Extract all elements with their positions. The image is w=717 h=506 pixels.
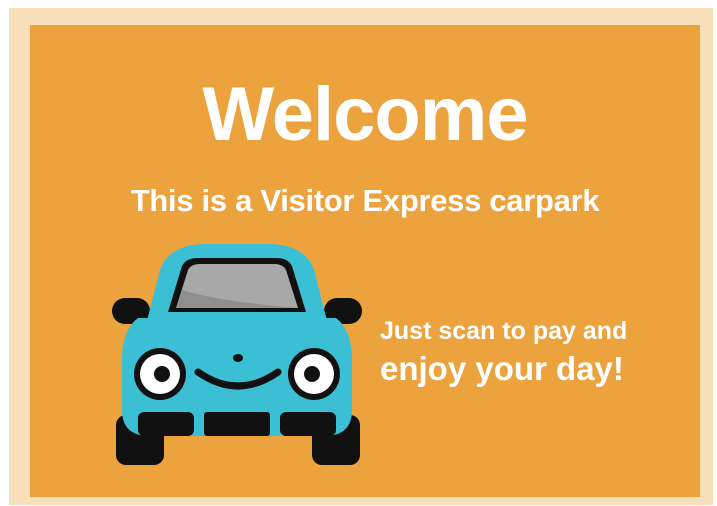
carpark-subheadline: This is a Visitor Express carpark [130,183,600,218]
tagline-line-2: enjoy your day! [380,349,624,387]
tagline: Just scan to pay and enjoy your day! [380,317,680,388]
car-nose [233,354,243,362]
welcome-headline: Welcome [202,72,528,157]
sign-frame: Welcome This is a Visitor Express carpar… [9,8,713,505]
bumper-center [204,412,270,436]
tagline-line-1: Just scan to pay and [380,317,628,345]
sign-panel: Welcome This is a Visitor Express carpar… [30,25,700,497]
bumper-left [138,412,194,436]
bumper-right [280,412,336,436]
smiling-car-illustration [112,244,362,465]
